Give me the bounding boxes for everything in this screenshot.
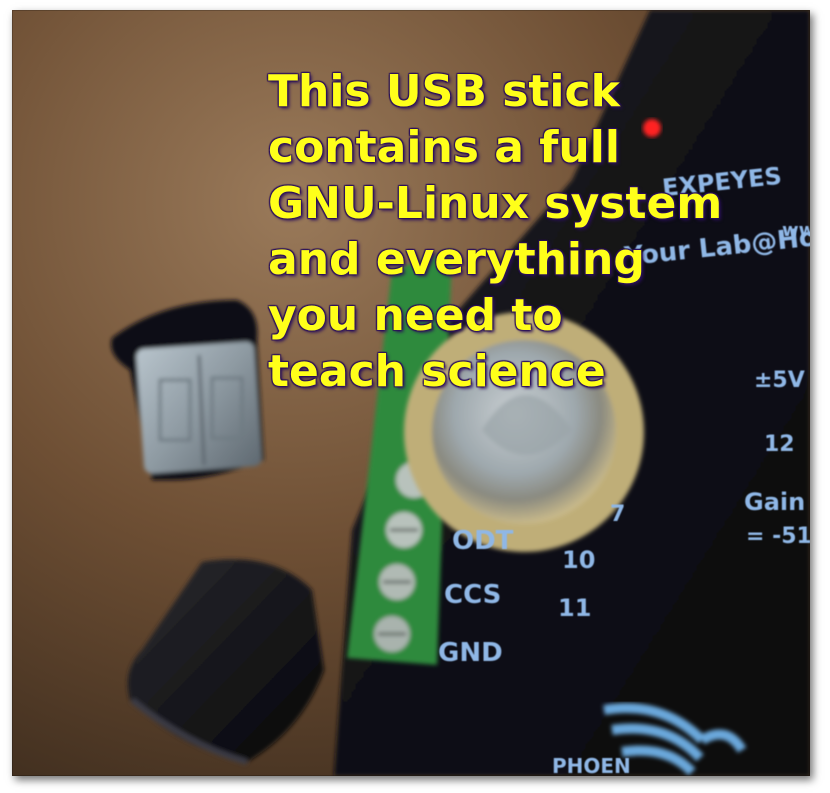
caption-line: This USB stick xyxy=(268,66,620,117)
board-gnd-label: GND xyxy=(438,638,503,668)
photo-frame: EXPEYES www Your Lab@Home ±5V 12 Gain = … xyxy=(12,10,810,776)
board-odt-label: ODT xyxy=(452,526,514,556)
overlay-caption: This USB stick contains a full GNU-Linux… xyxy=(268,64,722,400)
caption-line: contains a full xyxy=(268,122,620,173)
caption-line: teach science xyxy=(268,346,606,397)
caption-line: you need to xyxy=(268,290,563,341)
board-pin-12: 12 xyxy=(764,432,795,457)
board-odt-pin: 10 xyxy=(562,546,596,574)
caption-line: GNU-Linux system xyxy=(268,178,723,229)
board-ccs-pin: 11 xyxy=(558,594,592,622)
caption-line: and everything xyxy=(268,234,645,285)
board-maker-fragment: PHOEN xyxy=(552,754,631,776)
board-gain-value: = -51 xyxy=(746,524,810,549)
board-pin-7: 7 xyxy=(610,502,626,527)
board-voltage: ±5V xyxy=(754,368,805,393)
board-gain-label: Gain xyxy=(744,488,806,516)
board-ccs-label: CCS xyxy=(444,580,502,610)
